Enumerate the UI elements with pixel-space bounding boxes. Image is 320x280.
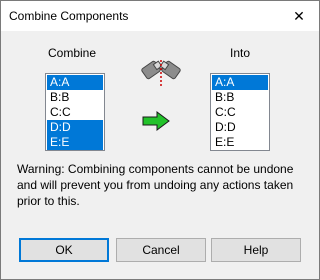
combine-list-item[interactable]: C:C xyxy=(47,105,103,120)
green-right-arrow-icon xyxy=(142,111,170,131)
warning-text: Warning: Combining components cannot be … xyxy=(17,162,294,208)
help-button[interactable]: Help xyxy=(211,238,301,262)
into-list-item[interactable]: A:A xyxy=(212,75,268,90)
combine-components-icon xyxy=(141,60,181,86)
combine-listbox[interactable]: A:A B:B C:C D:D E:E xyxy=(45,73,105,151)
combine-list-item[interactable]: B:B xyxy=(47,90,103,105)
cancel-button[interactable]: Cancel xyxy=(116,238,206,262)
dialog-title: Combine Components xyxy=(9,9,129,23)
combine-list-item[interactable]: D:D xyxy=(47,120,103,135)
into-heading: Into xyxy=(230,46,251,60)
into-list-item[interactable]: B:B xyxy=(212,90,268,105)
combine-heading: Combine xyxy=(48,46,97,60)
ok-button[interactable]: OK xyxy=(19,238,109,262)
combine-components-dialog: Combine Components ✕ Combine Into A:A B:B… xyxy=(0,0,320,280)
combine-list-item[interactable]: E:E xyxy=(47,135,103,150)
into-list-item[interactable]: E:E xyxy=(212,135,268,150)
combine-list-item[interactable]: A:A xyxy=(47,75,103,90)
into-list-item[interactable]: C:C xyxy=(212,105,268,120)
title-bar: Combine Components ✕ xyxy=(1,1,319,31)
into-listbox[interactable]: A:A B:B C:C D:D E:E xyxy=(210,73,270,151)
close-icon[interactable]: ✕ xyxy=(279,1,319,31)
into-list-item[interactable]: D:D xyxy=(212,120,268,135)
